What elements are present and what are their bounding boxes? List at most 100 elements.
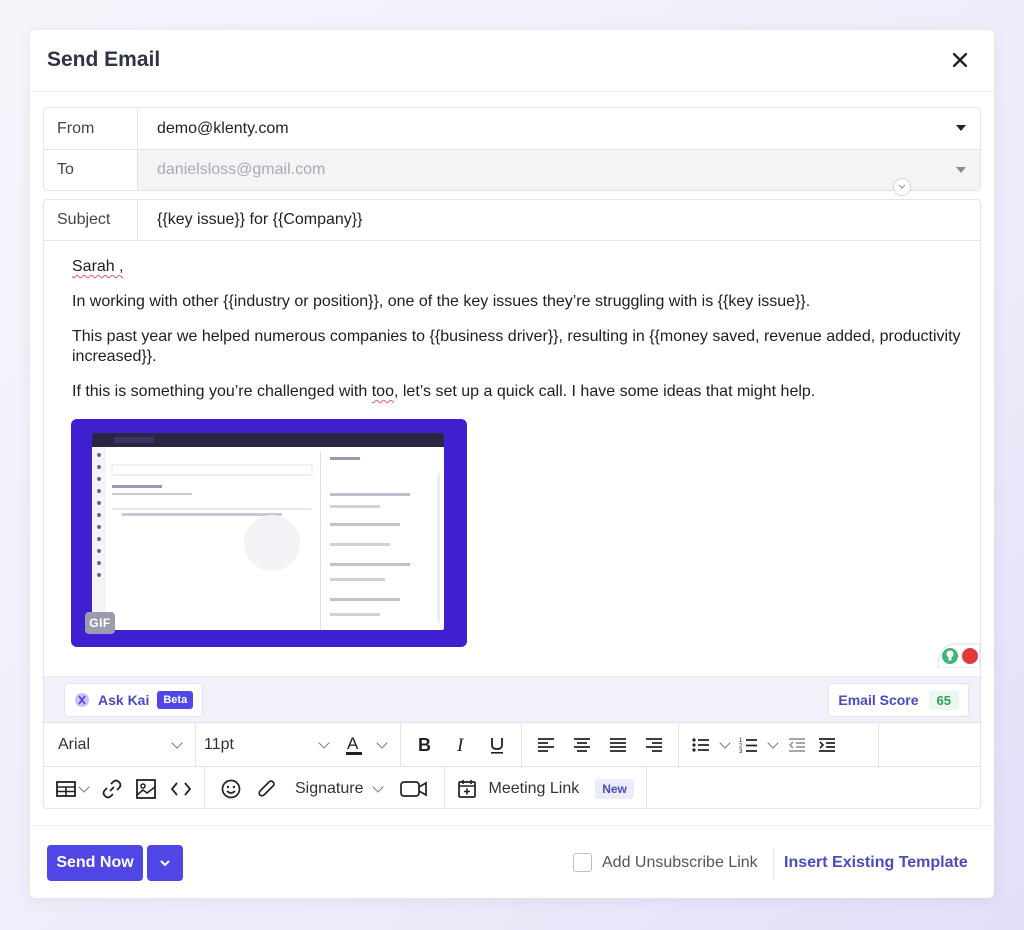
- chevron-down-icon: [78, 780, 90, 793]
- signature-select[interactable]: Signature: [289, 774, 388, 804]
- footer-divider: [773, 848, 774, 880]
- attachment-button[interactable]: [253, 774, 281, 804]
- expand-cc-button[interactable]: [893, 178, 911, 196]
- image-button[interactable]: [132, 774, 160, 804]
- chevron-down-icon: [160, 860, 170, 867]
- send-options-button[interactable]: [147, 845, 183, 881]
- beta-badge: Beta: [157, 691, 194, 709]
- modal-header: Send Email: [30, 30, 994, 92]
- new-badge: New: [595, 778, 634, 799]
- font-family-select[interactable]: Arial: [44, 723, 196, 766]
- list-indent-group: 123: [679, 723, 879, 766]
- text-color-icon: A: [346, 734, 362, 755]
- insert-media-group: [44, 767, 205, 808]
- underline-icon: [491, 737, 503, 754]
- insert-content-group: Signature: [205, 767, 445, 808]
- lightbulb-icon: [937, 643, 980, 669]
- align-left-icon: [538, 737, 554, 752]
- kai-logo-icon: [75, 693, 89, 707]
- unsubscribe-checkbox[interactable]: [573, 853, 592, 872]
- text-style-group: B I: [401, 723, 522, 766]
- align-right-button[interactable]: [640, 730, 668, 760]
- insert-template-link[interactable]: Insert Existing Template: [784, 854, 968, 872]
- align-justify-button[interactable]: [604, 730, 632, 760]
- grammar-assist-widget[interactable]: [934, 642, 980, 669]
- bold-icon: B: [418, 736, 431, 754]
- modal-title: Send Email: [47, 48, 161, 71]
- from-label: From: [44, 108, 138, 149]
- code-button[interactable]: [166, 774, 196, 804]
- paragraph-3-b: , let’s set up a quick call. I have some…: [393, 383, 816, 400]
- align-justify-icon: [610, 737, 626, 752]
- font-family-value: Arial: [58, 735, 91, 753]
- meeting-link-label: Meeting Link: [488, 779, 580, 797]
- chevron-down-icon: [719, 736, 731, 749]
- paragraph-3-a: If this is something you’re challenged w…: [72, 383, 372, 400]
- meeting-link-button[interactable]: Meeting Link New: [445, 767, 647, 808]
- to-row: To danielsloss@gmail.com: [44, 149, 980, 190]
- close-icon: [953, 53, 967, 67]
- ask-kai-button[interactable]: Ask Kai Beta: [64, 683, 204, 717]
- numbered-list-button[interactable]: 123: [735, 730, 763, 760]
- paragraph-2-line1: This past year we helped numerous compan…: [72, 328, 961, 345]
- image-icon: [136, 778, 156, 799]
- align-right-icon: [646, 737, 662, 752]
- embedded-gif[interactable]: GIF: [71, 419, 467, 647]
- bullet-list-button[interactable]: [687, 730, 715, 760]
- link-button[interactable]: [98, 774, 126, 804]
- video-button[interactable]: [396, 774, 432, 804]
- svg-text:B: B: [418, 736, 431, 754]
- send-now-button[interactable]: Send Now: [47, 845, 143, 881]
- recipient-fields: From demo@klenty.com To danielsloss@gmai…: [43, 107, 981, 196]
- italic-icon: I: [456, 736, 465, 754]
- video-camera-icon: [399, 780, 427, 797]
- email-score-button[interactable]: Email Score 65: [828, 683, 969, 717]
- modal-footer: Send Now Add Unsubscribe Link Insert Exi…: [30, 825, 994, 898]
- text-color-dropdown[interactable]: [368, 730, 396, 760]
- bullet-list-dropdown[interactable]: [717, 730, 733, 760]
- chevron-down-icon: [898, 184, 906, 189]
- svg-text:I: I: [456, 736, 465, 754]
- email-score-value: 65: [928, 690, 959, 710]
- gif-screenshot-preview: [92, 433, 444, 630]
- paragraph-1: In working with other {{industry or posi…: [72, 293, 811, 310]
- align-center-icon: [574, 737, 590, 752]
- subject-row: Subject {{key issue}} for {{Company}}: [44, 200, 980, 241]
- font-size-select[interactable]: 11pt: [196, 723, 336, 766]
- emoji-button[interactable]: [217, 774, 245, 804]
- subject-label: Subject: [44, 200, 138, 240]
- underline-button[interactable]: [483, 730, 511, 760]
- subject-input[interactable]: {{key issue}} for {{Company}}: [138, 200, 980, 240]
- unsubscribe-option[interactable]: Add Unsubscribe Link: [573, 853, 758, 872]
- table-icon: [56, 780, 76, 797]
- svg-text:3: 3: [739, 749, 743, 754]
- table-button[interactable]: [52, 774, 92, 804]
- ask-kai-label: Ask Kai: [98, 692, 150, 708]
- from-dropdown-icon[interactable]: [956, 125, 966, 131]
- italic-button[interactable]: I: [447, 730, 475, 760]
- outdent-button[interactable]: [783, 730, 811, 760]
- close-button[interactable]: [946, 46, 974, 74]
- text-color-group: A: [336, 723, 401, 766]
- text-color-button[interactable]: A: [340, 730, 368, 760]
- email-body[interactable]: Sarah , In working with other {{industry…: [44, 241, 980, 675]
- bold-button[interactable]: B: [411, 730, 439, 760]
- font-size-value: 11pt: [204, 735, 234, 753]
- chevron-down-icon: [318, 736, 330, 749]
- numbered-list-dropdown[interactable]: [765, 730, 781, 760]
- chevron-down-icon: [171, 736, 183, 749]
- unsubscribe-label: Add Unsubscribe Link: [602, 853, 758, 871]
- email-editor: Subject {{key issue}} for {{Company}} Sa…: [43, 199, 981, 809]
- outdent-icon: [788, 737, 805, 752]
- send-email-modal: Send Email From demo@klenty.com To danie…: [30, 30, 994, 898]
- to-dropdown-icon[interactable]: [956, 167, 966, 173]
- to-field[interactable]: danielsloss@gmail.com: [138, 150, 980, 190]
- align-center-button[interactable]: [568, 730, 596, 760]
- indent-button[interactable]: [813, 730, 841, 760]
- from-select[interactable]: demo@klenty.com: [138, 108, 980, 149]
- align-left-button[interactable]: [532, 730, 560, 760]
- svg-text:A: A: [347, 734, 359, 753]
- app-preview-image: [92, 433, 444, 630]
- alignment-group: [522, 723, 679, 766]
- chevron-down-icon: [376, 736, 388, 749]
